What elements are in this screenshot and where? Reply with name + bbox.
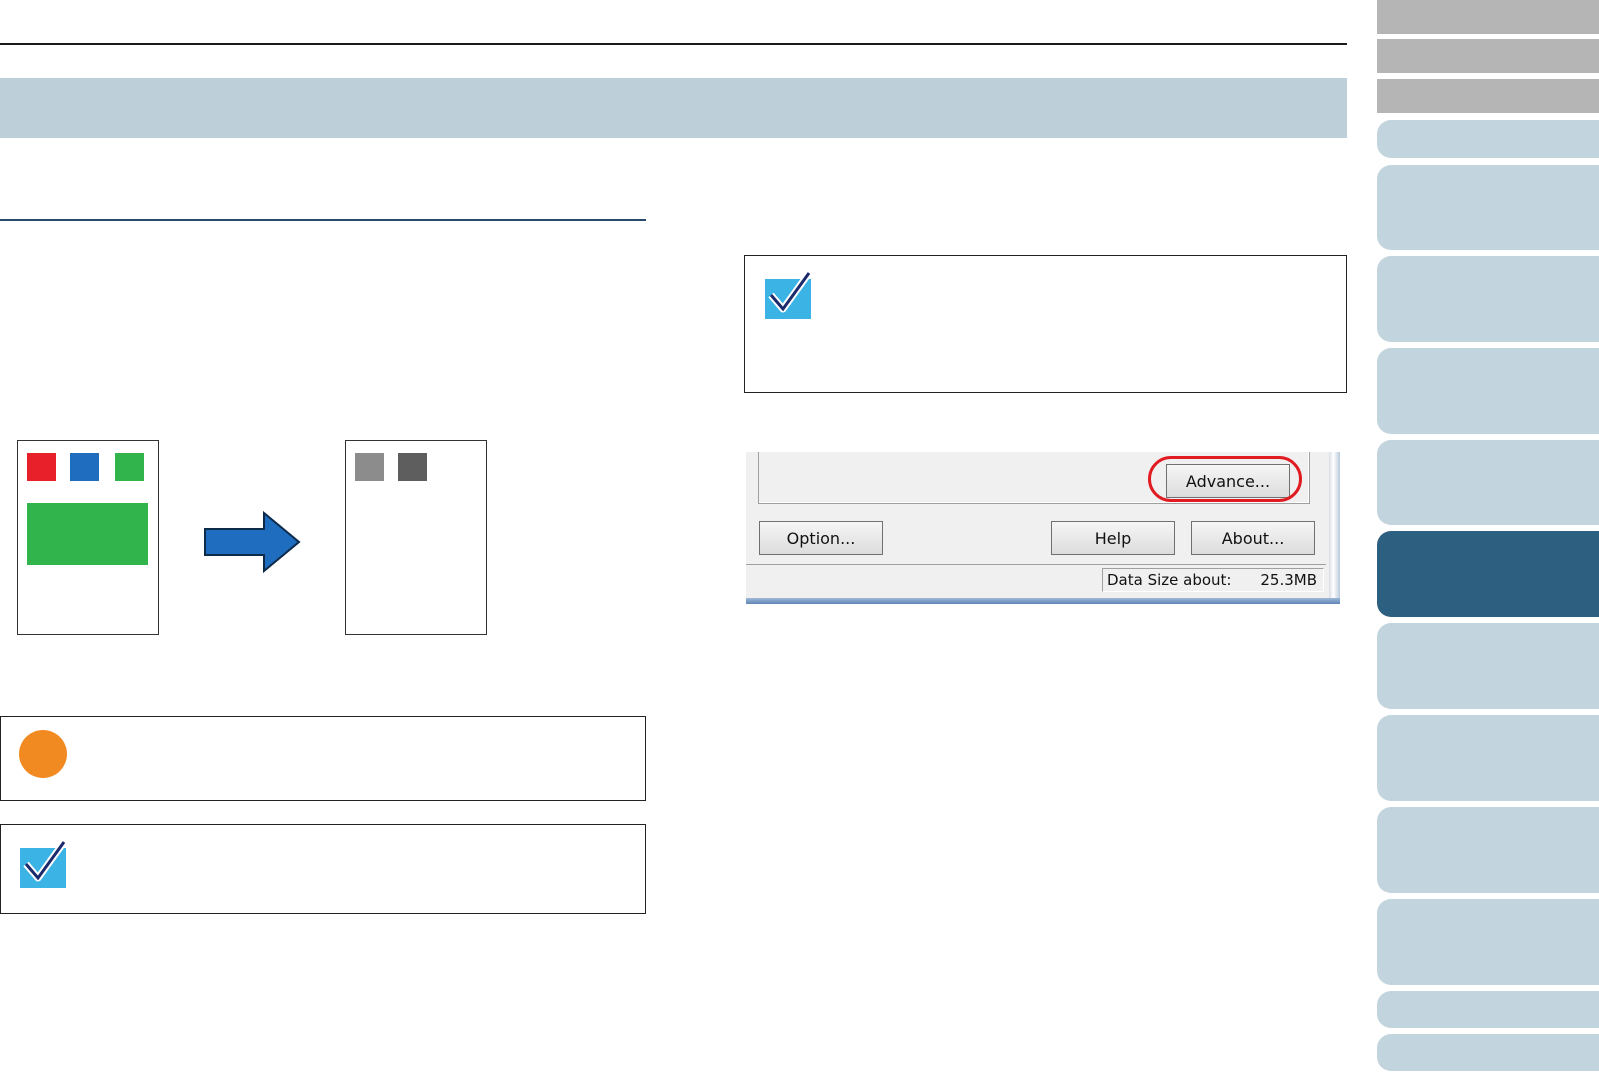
option-button[interactable]: Option... — [759, 521, 883, 555]
nav-tab-6-active[interactable] — [1377, 531, 1599, 617]
hint-box-right — [744, 255, 1347, 393]
data-size-value: 25.3MB — [1260, 571, 1317, 589]
section-title-band — [0, 78, 1347, 138]
nav-tab-7[interactable] — [1377, 623, 1599, 709]
data-size-cell: Data Size about: 25.3MB — [1102, 568, 1324, 592]
data-size-label: Data Size about: — [1107, 571, 1232, 589]
red-swatch — [27, 453, 56, 481]
checkmark-icon — [20, 839, 67, 888]
nav-tab-index[interactable] — [1377, 39, 1599, 73]
checkmark-icon — [765, 270, 812, 319]
nav-tab-4[interactable] — [1377, 348, 1599, 434]
nav-tab-1[interactable] — [1377, 120, 1599, 158]
window-frame-bottom — [746, 598, 1340, 604]
nav-tab-contents[interactable] — [1377, 0, 1599, 34]
color-document-illustration — [17, 440, 159, 635]
right-arrow-icon — [204, 510, 301, 574]
blue-swatch — [70, 453, 99, 481]
nav-tab-2[interactable] — [1377, 165, 1599, 250]
status-bar: Data Size about: 25.3MB — [746, 564, 1326, 595]
nav-tab-3[interactable] — [1377, 256, 1599, 342]
subsection-rule — [0, 219, 646, 221]
advance-highlight-ring — [1148, 456, 1302, 502]
nav-tab-8[interactable] — [1377, 715, 1599, 801]
green-swatch — [115, 453, 144, 481]
nav-tab-introduction[interactable] — [1377, 79, 1599, 113]
caution-box — [0, 716, 646, 801]
grayscale-document-illustration — [345, 440, 487, 635]
green-block — [27, 503, 148, 565]
nav-tab-12[interactable] — [1377, 1034, 1599, 1071]
light-gray-swatch — [355, 453, 384, 481]
nav-tab-9[interactable] — [1377, 807, 1599, 893]
header-rule — [0, 43, 1347, 45]
hint-box — [0, 824, 646, 914]
dark-gray-swatch — [398, 453, 427, 481]
help-button[interactable]: Help — [1051, 521, 1175, 555]
nav-tab-5[interactable] — [1377, 440, 1599, 525]
caution-icon — [19, 730, 67, 778]
about-button[interactable]: About... — [1191, 521, 1315, 555]
nav-tab-10[interactable] — [1377, 899, 1599, 985]
nav-tab-11[interactable] — [1377, 991, 1599, 1028]
window-frame-right — [1329, 452, 1340, 604]
